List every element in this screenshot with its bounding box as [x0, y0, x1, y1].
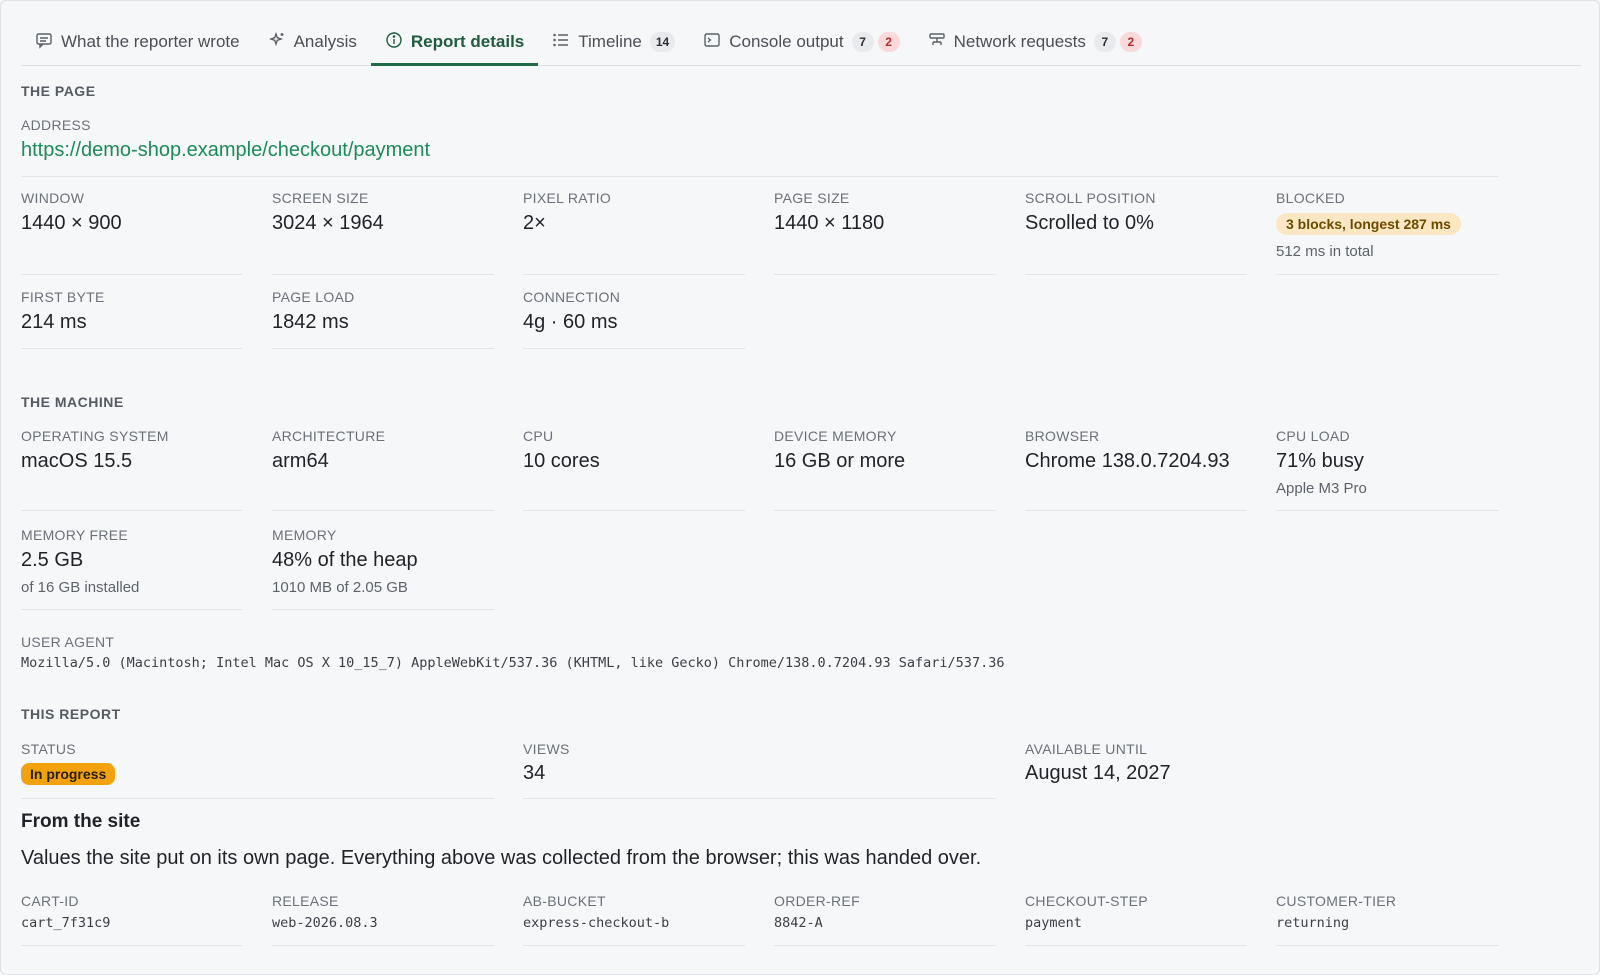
memory-free-value: 2.5 GB: [21, 549, 84, 571]
tab-reporter[interactable]: What the reporter wrote: [21, 19, 254, 65]
site-field-label: AB-BUCKET: [523, 893, 606, 909]
first-byte-value: 214 ms: [21, 311, 87, 333]
screen-size-value: 3024 × 1964: [272, 212, 384, 234]
os-label: OPERATING SYSTEM: [21, 428, 169, 444]
tab-report-details[interactable]: Report details: [370, 19, 539, 66]
site-heading: From the site: [21, 811, 141, 832]
site-field-value: 8842-A: [774, 915, 823, 931]
site-field-label: CART-ID: [21, 893, 79, 909]
tab-label: Network requests: [953, 32, 1086, 51]
screen-size-label: SCREEN SIZE: [272, 190, 369, 206]
tab-analysis[interactable]: Analysis: [254, 19, 371, 65]
site-field-value: returning: [1276, 915, 1350, 931]
memory-free-sub: of 16 GB installed: [21, 579, 140, 596]
user-agent-label: USER AGENT: [21, 634, 115, 650]
status-badge: In progress: [21, 763, 116, 785]
report-details-panel: What the reporter wrote Analysis Report …: [0, 0, 1600, 975]
architecture-label: ARCHITECTURE: [272, 428, 386, 444]
tab-label: What the reporter wrote: [61, 32, 240, 51]
error-count-badge: 2: [877, 32, 900, 52]
message-icon: [35, 31, 53, 54]
section-title-page: THE PAGE: [21, 83, 96, 99]
device-memory-label: DEVICE MEMORY: [774, 428, 897, 444]
address-link[interactable]: https://demo-shop.example/checkout/payme…: [21, 139, 430, 162]
site-field-label: ORDER-REF: [774, 893, 860, 909]
memory-free-label: MEMORY FREE: [21, 527, 129, 543]
scroll-position-value: Scrolled to 0%: [1025, 212, 1154, 234]
site-field-value: web-2026.08.3: [272, 915, 378, 931]
site-description: Values the site put on its own page. Eve…: [21, 847, 982, 869]
section-title-report: THIS REPORT: [21, 706, 121, 722]
connection-label: CONNECTION: [523, 289, 621, 305]
tab-console-output[interactable]: Console output 7 2: [689, 19, 913, 65]
cpu-label: CPU: [523, 428, 554, 444]
available-until-label: AVAILABLE UNTIL: [1025, 741, 1148, 757]
tab-bar: What the reporter wrote Analysis Report …: [21, 19, 1581, 66]
page-size-label: PAGE SIZE: [774, 190, 850, 206]
memory-label: MEMORY: [272, 527, 337, 543]
tab-label: Report details: [410, 32, 525, 51]
tab-label: Timeline: [578, 32, 642, 51]
os-value: macOS 15.5: [21, 450, 133, 472]
section-title-machine: THE MACHINE: [21, 394, 124, 410]
connection-value: 4g · 60 ms: [523, 311, 618, 333]
available-until-value: August 14, 2027: [1025, 762, 1171, 784]
memory-sub: 1010 MB of 2.05 GB: [272, 579, 408, 596]
memory-value: 48% of the heap: [272, 549, 418, 571]
views-value: 34: [523, 762, 546, 784]
network-icon: [928, 31, 946, 54]
status-label: STATUS: [21, 741, 76, 757]
architecture-value: arm64: [272, 450, 329, 472]
sparkle-icon: [268, 31, 286, 54]
terminal-icon: [703, 31, 721, 54]
count-badge: 7: [1093, 32, 1116, 52]
views-label: VIEWS: [523, 741, 570, 757]
tab-label: Analysis: [293, 32, 357, 51]
pixel-ratio-label: PIXEL RATIO: [523, 190, 612, 206]
scroll-position-label: SCROLL POSITION: [1025, 190, 1156, 206]
list-icon: [552, 31, 570, 54]
cpu-load-sub: Apple M3 Pro: [1276, 480, 1367, 497]
count-badge: 7: [851, 32, 874, 52]
site-field-value: payment: [1025, 915, 1082, 931]
site-field-label: RELEASE: [272, 893, 339, 909]
page-load-value: 1842 ms: [272, 311, 349, 333]
count-badge: 14: [649, 32, 676, 52]
pixel-ratio-value: 2×: [523, 212, 546, 234]
info-icon: [385, 31, 403, 54]
user-agent-value: Mozilla/5.0 (Macintosh; Intel Mac OS X 1…: [21, 655, 1005, 671]
cpu-load-value: 71% busy: [1276, 450, 1364, 472]
tab-timeline[interactable]: Timeline 14: [538, 19, 689, 65]
blocked-label: BLOCKED: [1276, 190, 1346, 206]
site-field-value: cart_7f31c9: [21, 915, 111, 931]
tab-label: Console output: [729, 32, 844, 51]
blocked-badge: 3 blocks, longest 287 ms: [1276, 213, 1461, 235]
cpu-value: 10 cores: [523, 450, 600, 472]
window-label: WINDOW: [21, 190, 85, 206]
site-field-value: express-checkout-b: [523, 915, 670, 931]
browser-value: Chrome 138.0.7204.93: [1025, 450, 1230, 472]
device-memory-value: 16 GB or more: [774, 450, 906, 472]
error-count-badge: 2: [1119, 32, 1142, 52]
page-load-label: PAGE LOAD: [272, 289, 355, 305]
site-field-label: CHECKOUT-STEP: [1025, 893, 1148, 909]
address-label: ADDRESS: [21, 117, 91, 133]
blocked-sub: 512 ms in total: [1276, 243, 1374, 260]
site-field-label: CUSTOMER-TIER: [1276, 893, 1397, 909]
page-size-value: 1440 × 1180: [774, 212, 885, 234]
cpu-load-label: CPU LOAD: [1276, 428, 1350, 444]
window-value: 1440 × 900: [21, 212, 122, 234]
tab-network-requests[interactable]: Network requests 7 2: [914, 19, 1156, 65]
browser-label: BROWSER: [1025, 428, 1100, 444]
first-byte-label: FIRST BYTE: [21, 289, 105, 305]
